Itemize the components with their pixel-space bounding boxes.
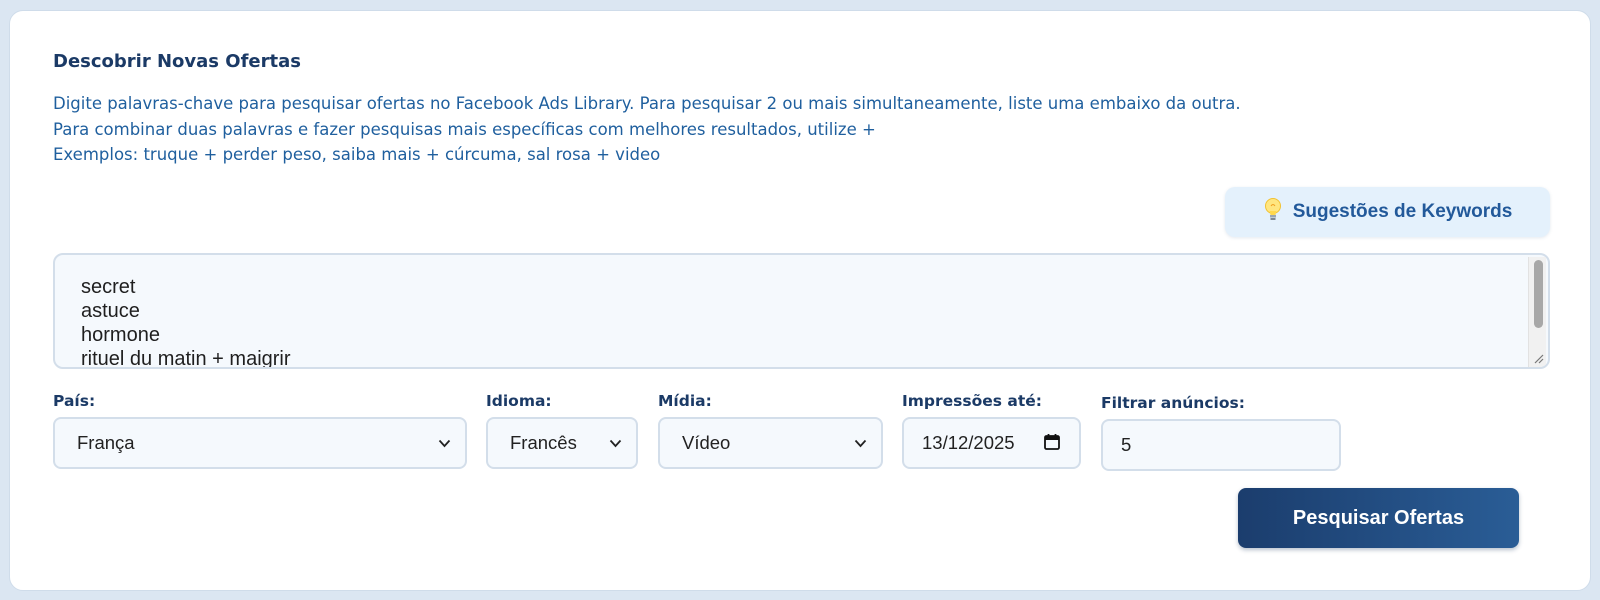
search-offers-button[interactable]: Pesquisar Ofertas — [1238, 488, 1519, 548]
filter-ads-input[interactable]: 5 — [1101, 419, 1341, 471]
filter-ads-label: Filtrar anúncios: — [1101, 394, 1245, 412]
description-line: Digite palavras-chave para pesquisar ofe… — [53, 94, 1241, 113]
media-select[interactable]: Vídeo — [658, 417, 883, 469]
filter-ads-value: 5 — [1121, 434, 1132, 455]
chevron-down-icon — [854, 439, 867, 448]
keyword-line: astuce — [81, 300, 140, 322]
description-line: Para combinar duas palavras e fazer pesq… — [53, 119, 876, 139]
textarea-scrollbar[interactable] — [1528, 257, 1546, 367]
media-label: Mídia: — [658, 392, 712, 410]
scrollbar-thumb[interactable] — [1534, 260, 1543, 328]
impressions-date-input[interactable]: 13/12/2025 — [902, 417, 1081, 469]
country-select[interactable]: França — [53, 417, 467, 469]
discover-offers-card: Descobrir Novas Ofertas Digite palavras-… — [9, 10, 1591, 591]
keywords-text: secret astuce hormone rituel du matin + … — [81, 275, 291, 369]
keyword-suggestions-button[interactable]: Sugestões de Keywords — [1225, 187, 1550, 237]
media-value: Vídeo — [682, 432, 731, 453]
chevron-down-icon — [438, 439, 451, 448]
keyword-line: hormone — [81, 324, 160, 346]
keyword-line: rituel du matin + maigrir — [81, 348, 291, 369]
country-label: País: — [53, 392, 96, 410]
keywords-textarea[interactable]: secret astuce hormone rituel du matin + … — [53, 253, 1550, 369]
section-title: Descobrir Novas Ofertas — [53, 51, 301, 72]
resize-handle-icon[interactable] — [1532, 352, 1544, 364]
calendar-icon[interactable] — [1043, 433, 1061, 451]
section-description: Digite palavras-chave para pesquisar ofe… — [53, 91, 1241, 168]
impressions-label: Impressões até: — [902, 392, 1042, 410]
country-value: França — [77, 432, 135, 453]
description-line: Exemplos: truque + perder peso, saiba ma… — [53, 145, 661, 164]
language-label: Idioma: — [486, 392, 552, 410]
language-select[interactable]: Francês — [486, 417, 638, 469]
language-value: Francês — [510, 432, 577, 453]
keyword-line: secret — [81, 276, 136, 298]
lightbulb-icon — [1263, 197, 1283, 227]
impressions-date-value: 13/12/2025 — [922, 432, 1015, 453]
chevron-down-icon — [609, 439, 622, 448]
keyword-suggestions-label: Sugestões de Keywords — [1292, 201, 1513, 222]
